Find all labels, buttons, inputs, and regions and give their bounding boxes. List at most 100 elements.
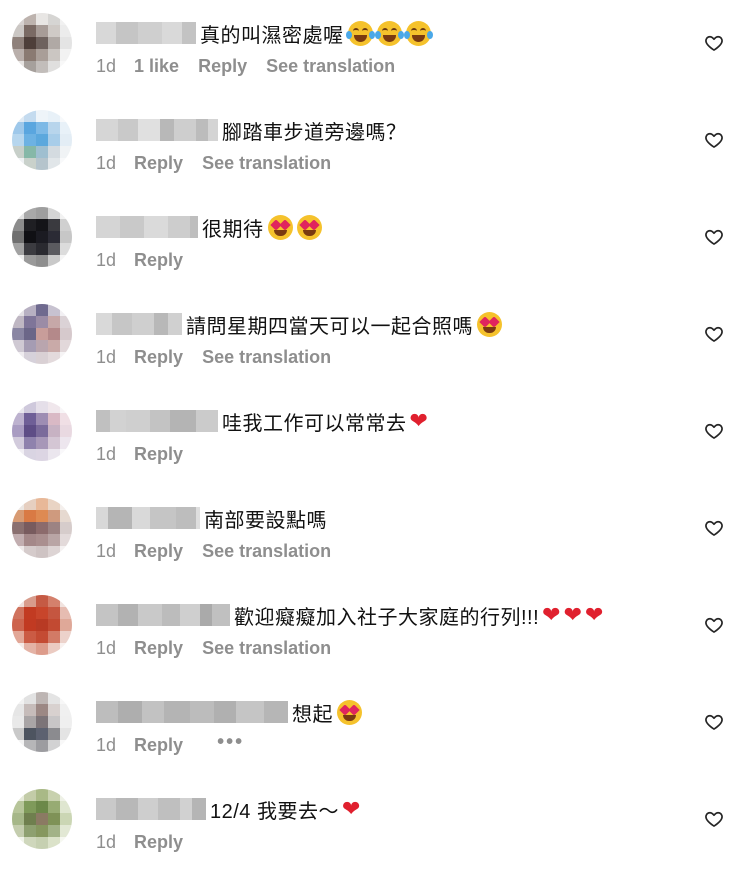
comment-meta: 1d Reply See translation [96, 153, 331, 174]
like-heart-icon[interactable] [704, 615, 724, 635]
joy-emoji [345, 20, 375, 46]
red-heart-emoji: ❤ [563, 602, 583, 627]
comment-body: 12/4 我要去～ [210, 800, 339, 823]
reply-button[interactable]: Reply [134, 638, 183, 659]
comment-body: 真的叫濕密處喔 [200, 24, 344, 47]
comment-text-row: 南部要設點嗎 [96, 503, 327, 533]
comment-item: 想起 1d Reply ••• [0, 679, 742, 776]
see-translation-button[interactable]: See translation [202, 153, 331, 174]
like-heart-icon[interactable] [704, 130, 724, 150]
comment-body: 哇我工作可以常常去 [222, 412, 407, 435]
username-blurred[interactable] [96, 798, 206, 820]
comment-item: 12/4 我要去～ ❤ 1d Reply [0, 776, 742, 873]
avatar[interactable] [12, 110, 72, 170]
see-translation-button[interactable]: See translation [202, 638, 331, 659]
timestamp[interactable]: 1d [96, 735, 116, 756]
comment-item: 南部要設點嗎 1d Reply See translation [0, 485, 742, 582]
reply-button[interactable]: Reply [198, 56, 247, 77]
avatar[interactable] [12, 692, 72, 752]
reply-button[interactable]: Reply [134, 250, 183, 271]
reply-button[interactable]: Reply [134, 735, 183, 756]
comment-meta: 1d Reply [96, 832, 202, 853]
username-blurred[interactable] [96, 507, 200, 529]
comment-body: 腳踏車步道旁邊嗎？ [222, 121, 407, 144]
comment-meta: 1d 1 like Reply See translation [96, 56, 395, 77]
timestamp[interactable]: 1d [96, 250, 116, 271]
comment-text-row: 哇我工作可以常常去 ❤ [96, 406, 428, 436]
avatar[interactable] [12, 401, 72, 461]
like-heart-icon[interactable] [704, 33, 724, 53]
comment-body: 南部要設點嗎 [204, 509, 327, 532]
username-blurred[interactable] [96, 119, 218, 141]
like-heart-icon[interactable] [704, 712, 724, 732]
like-count[interactable]: 1 like [134, 56, 179, 77]
like-heart-icon[interactable] [704, 227, 724, 247]
heart-eyes-emoji [267, 214, 293, 240]
avatar[interactable] [12, 498, 72, 558]
more-options-icon[interactable]: ••• [217, 731, 244, 754]
comment-meta: 1d Reply [96, 250, 202, 271]
avatar[interactable] [12, 207, 72, 267]
avatar[interactable] [12, 13, 72, 73]
comment-text-row: 很期待 [96, 212, 322, 242]
joy-emoji [374, 20, 404, 46]
comment-item: 真的叫濕密處喔 1d 1 like Reply See translation [0, 0, 742, 97]
see-translation-button[interactable]: See translation [266, 56, 395, 77]
like-heart-icon[interactable] [704, 421, 724, 441]
reply-button[interactable]: Reply [134, 541, 183, 562]
see-translation-button[interactable]: See translation [202, 347, 331, 368]
comment-item: 腳踏車步道旁邊嗎？ 1d Reply See translation [0, 97, 742, 194]
comment-item: 請問星期四當天可以一起合照嗎 1d Reply See translation [0, 291, 742, 388]
see-translation-button[interactable]: See translation [202, 541, 331, 562]
username-blurred[interactable] [96, 22, 196, 44]
comment-text-row: 想起 [96, 697, 362, 727]
comment-text-row: 真的叫濕密處喔 [96, 18, 433, 48]
username-blurred[interactable] [96, 604, 230, 626]
reply-button[interactable]: Reply [134, 444, 183, 465]
comment-meta: 1d Reply ••• [96, 731, 244, 756]
reply-button[interactable]: Reply [134, 347, 183, 368]
timestamp[interactable]: 1d [96, 56, 116, 77]
red-heart-emoji: ❤ [585, 602, 604, 627]
comment-meta: 1d Reply See translation [96, 541, 331, 562]
username-blurred[interactable] [96, 216, 198, 238]
reply-button[interactable]: Reply [134, 832, 183, 853]
comment-item: 很期待 1d Reply [0, 194, 742, 291]
comment-meta: 1d Reply See translation [96, 347, 331, 368]
timestamp[interactable]: 1d [96, 347, 116, 368]
red-heart-emoji: ❤ [341, 796, 361, 821]
comment-item: 哇我工作可以常常去 ❤ 1d Reply [0, 388, 742, 485]
reply-button[interactable]: Reply [134, 153, 183, 174]
like-heart-icon[interactable] [704, 518, 724, 538]
avatar[interactable] [12, 789, 72, 849]
timestamp[interactable]: 1d [96, 638, 116, 659]
comment-text-row: 歡迎癡癡加入社子大家庭的行列!!! ❤ ❤ ❤ [96, 600, 603, 630]
comment-body: 歡迎癡癡加入社子大家庭的行列!!! [234, 606, 540, 629]
heart-eyes-emoji [337, 699, 362, 725]
red-heart-emoji: ❤ [409, 408, 428, 433]
comment-text-row: 12/4 我要去～ ❤ [96, 794, 360, 824]
heart-eyes-emoji [296, 214, 322, 240]
like-heart-icon[interactable] [704, 324, 724, 344]
timestamp[interactable]: 1d [96, 832, 116, 853]
timestamp[interactable]: 1d [96, 444, 116, 465]
username-blurred[interactable] [96, 410, 218, 432]
avatar[interactable] [12, 304, 72, 364]
comment-item: 歡迎癡癡加入社子大家庭的行列!!! ❤ ❤ ❤ 1d Reply See translati… [0, 582, 742, 679]
timestamp[interactable]: 1d [96, 153, 116, 174]
username-blurred[interactable] [96, 701, 288, 723]
comment-body: 很期待 [202, 218, 264, 241]
comment-text-row: 請問星期四當天可以一起合照嗎 [96, 309, 502, 339]
comment-text-row: 腳踏車步道旁邊嗎？ [96, 115, 407, 145]
comment-body: 請問星期四當天可以一起合照嗎 [186, 315, 473, 338]
heart-eyes-emoji [477, 311, 502, 337]
comment-body: 想起 [292, 703, 333, 726]
comment-meta: 1d Reply See translation [96, 638, 331, 659]
joy-emoji [403, 20, 433, 46]
avatar[interactable] [12, 595, 72, 655]
timestamp[interactable]: 1d [96, 541, 116, 562]
username-blurred[interactable] [96, 313, 182, 335]
like-heart-icon[interactable] [704, 809, 724, 829]
comment-meta: 1d Reply [96, 444, 202, 465]
red-heart-emoji: ❤ [542, 602, 561, 627]
